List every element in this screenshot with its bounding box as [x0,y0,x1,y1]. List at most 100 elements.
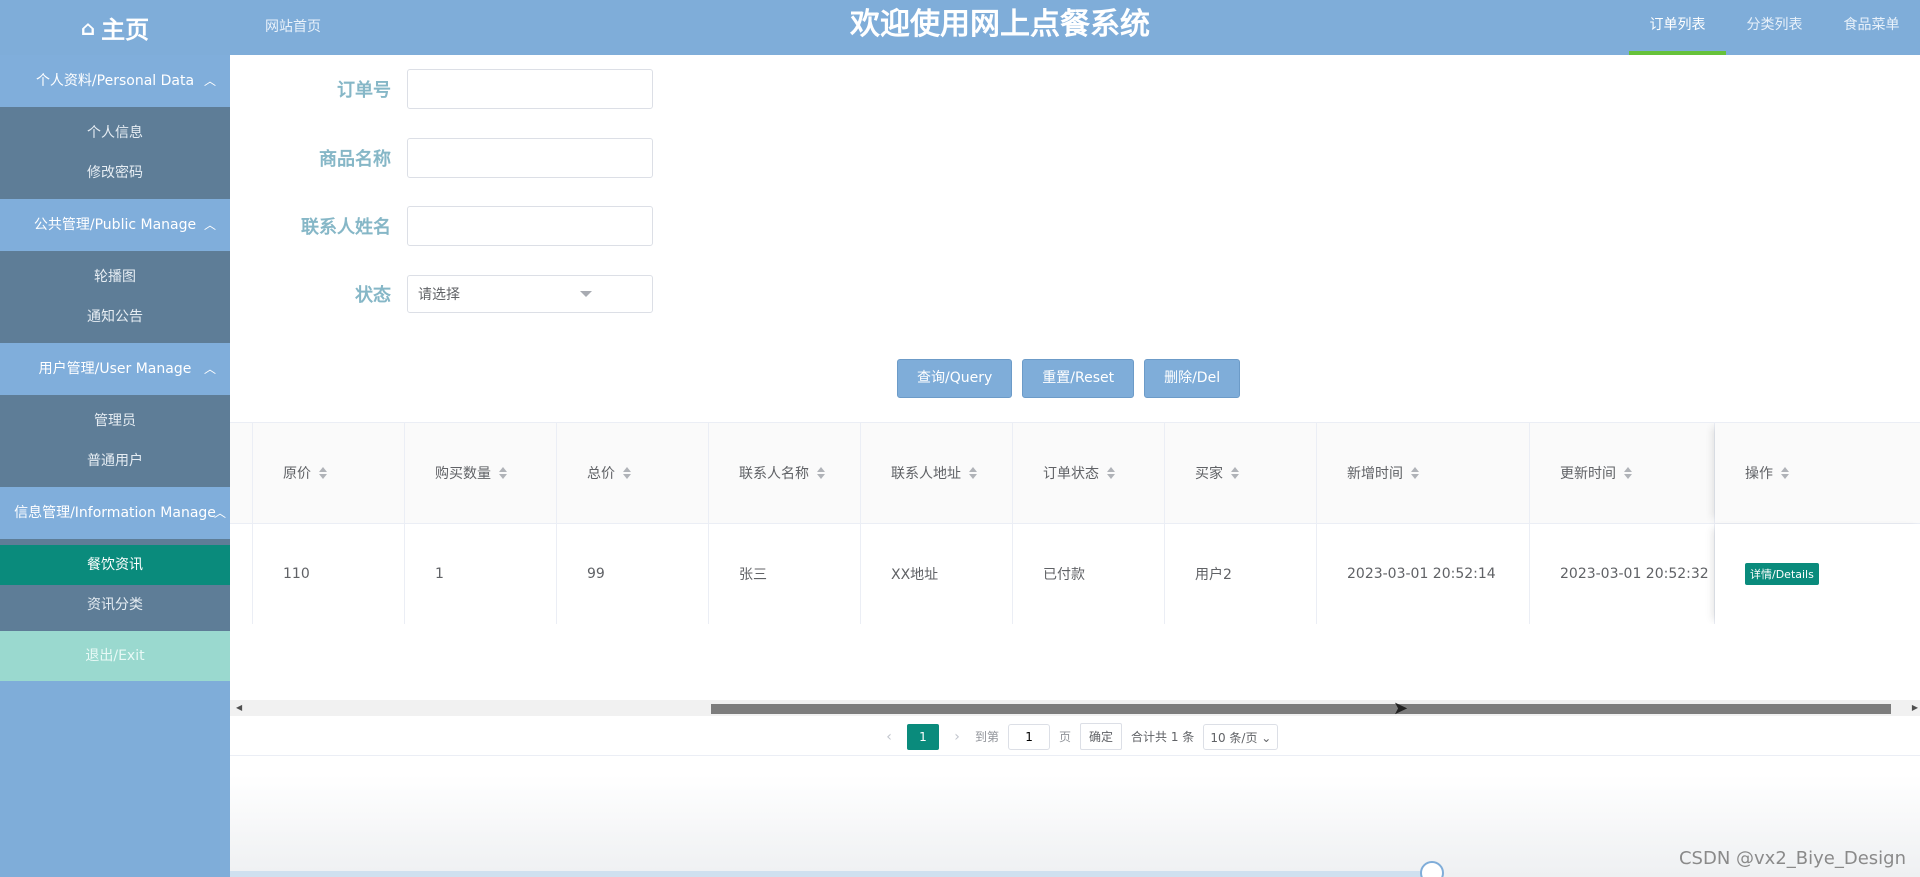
sort-icon[interactable] [817,467,825,479]
column-label: 原价 [283,466,311,482]
order-no-input[interactable] [407,69,653,109]
sidebar-item-news-category[interactable]: 资讯分类 [0,585,230,625]
chevron-down-icon: ⌄ [1261,730,1272,745]
sort-icon[interactable] [1624,467,1632,479]
sort-icon[interactable] [1411,467,1419,479]
watermark: CSDN @vx2_Biye_Design [1678,848,1906,869]
orders-table: 原价 购买数量 总价 联系人名称 联系人地址 订单状态 买家 新增时间 更新时间… [230,422,1920,624]
header-original-price[interactable]: 原价 [253,423,405,523]
page-number-current[interactable]: 1 [907,723,939,750]
total-count: 合计共 1 条 [1131,730,1195,744]
sort-icon[interactable] [1107,467,1115,479]
home-icon: ⌂ [80,15,96,40]
prev-page-icon[interactable]: ‹ [880,729,898,745]
divider [230,755,1920,756]
confirm-goto-button[interactable]: 确定 [1080,723,1123,750]
header-buyer[interactable]: 买家 [1165,423,1317,523]
contact-name-row: 联系人姓名 [230,206,653,246]
details-button[interactable]: 详情/Details [1745,563,1819,585]
header-status[interactable]: 订单状态 [1013,423,1165,523]
header-created-time[interactable]: 新增时间 [1317,423,1530,523]
sidebar-group-public[interactable]: 公共管理/Public Manage ︿ [0,199,230,251]
sidebar-item-carousel[interactable]: 轮播图 [0,257,230,297]
product-name-input[interactable] [407,138,653,178]
next-page-icon[interactable]: › [948,729,966,745]
nav-category-list[interactable]: 分类列表 [1726,0,1823,55]
table-header: 原价 购买数量 总价 联系人名称 联系人地址 订单状态 买家 新增时间 更新时间… [230,423,1920,524]
status-label: 状态 [355,285,391,306]
sidebar-group-info[interactable]: 信息管理/Information Manage ︿ [0,487,230,539]
sort-icon[interactable] [319,467,327,479]
sort-icon[interactable] [1231,467,1239,479]
top-nav: 订单列表 分类列表 食品菜单 [1629,0,1920,55]
cell-updated-time: 2023-03-01 20:52:32 [1530,524,1715,624]
page-size-select[interactable]: 10 条/页 ⌄ [1203,723,1279,750]
order-no-label: 订单号 [337,80,391,101]
sort-icon[interactable] [499,467,507,479]
nav-food-menu[interactable]: 食品菜单 [1823,0,1920,55]
sort-icon[interactable] [623,467,631,479]
row-cell-stub [230,524,253,624]
exit-button[interactable]: 退出/Exit [0,631,230,681]
sidebar-group-personal[interactable]: 个人资料/Personal Data ︿ [0,55,230,107]
query-button[interactable]: 查询/Query [897,359,1013,398]
column-label: 更新时间 [1560,466,1616,482]
sidebar-group-users[interactable]: 用户管理/User Manage ︿ [0,343,230,395]
product-name-row: 商品名称 [230,138,653,178]
scroll-left-icon[interactable]: ◀ [236,703,242,712]
header-cell-stub [230,423,253,523]
bottom-slider-knob[interactable] [1420,861,1444,877]
cell-original-price: 110 [253,524,405,624]
site-home-link[interactable]: 网站首页 [265,16,321,36]
sort-icon[interactable] [1781,467,1789,479]
cell-actions: 详情/Details [1715,524,1920,624]
header-quantity[interactable]: 购买数量 [405,423,557,523]
column-label: 总价 [587,466,615,482]
nav-order-list[interactable]: 订单列表 [1629,0,1726,55]
cell-contact-address: XX地址 [861,524,1013,624]
cell-status: 已付款 [1013,524,1165,624]
reset-button[interactable]: 重置/Reset [1022,359,1135,398]
bottom-progress-bar [230,871,1430,877]
delete-button[interactable]: 删除/Del [1144,359,1241,398]
sidebar: 个人资料/Personal Data ︿ 个人信息 修改密码 公共管理/Publ… [0,55,230,877]
chevron-up-icon: ︿ [203,218,216,232]
brand-home-link[interactable]: ⌂ 主页 [0,0,230,55]
chevron-up-icon: ︿ [213,506,226,520]
header-contact-name[interactable]: 联系人名称 [709,423,861,523]
header-updated-time[interactable]: 更新时间 [1530,423,1715,523]
scroll-right-icon[interactable]: ▶ [1912,703,1918,712]
cell-total: 99 [557,524,709,624]
sort-icon[interactable] [969,467,977,479]
sidebar-item-admin[interactable]: 管理员 [0,401,230,441]
sidebar-item-food-news[interactable]: 餐饮资讯 [0,545,230,585]
cell-contact-name: 张三 [709,524,861,624]
scrollbar-thumb[interactable] [711,704,1891,714]
sidebar-group-items: 个人信息 修改密码 [0,107,230,199]
goto-label: 到第 [975,730,1000,744]
column-label: 买家 [1195,466,1223,482]
sidebar-item-profile[interactable]: 个人信息 [0,113,230,153]
product-name-label: 商品名称 [319,149,391,170]
column-label: 联系人名称 [739,466,809,482]
page-title: 欢迎使用网上点餐系统 [850,7,1150,42]
status-row: 状态 请选择 [230,275,653,313]
main-content: 订单号 商品名称 联系人姓名 状态 请选择 查询/Query 重置/Reset … [230,55,1920,877]
sidebar-item-change-password[interactable]: 修改密码 [0,153,230,193]
table-row[interactable]: 110 1 99 张三 XX地址 已付款 用户2 2023-03-01 20:5… [230,524,1920,624]
header-total[interactable]: 总价 [557,423,709,523]
caret-down-icon [580,291,592,297]
table-horizontal-scrollbar[interactable]: ◀ ▶ [230,700,1920,716]
chevron-up-icon: ︿ [203,362,216,376]
cell-quantity: 1 [405,524,557,624]
chevron-up-icon: ︿ [203,74,216,88]
goto-page-input[interactable] [1008,723,1051,750]
header-actions[interactable]: 操作 [1715,423,1920,523]
header-contact-address[interactable]: 联系人地址 [861,423,1013,523]
status-select[interactable]: 请选择 [407,275,653,313]
sidebar-item-notice[interactable]: 通知公告 [0,297,230,337]
contact-name-input[interactable] [407,206,653,246]
mouse-cursor-icon: ➤ [1393,698,1409,719]
sidebar-item-regular-user[interactable]: 普通用户 [0,441,230,481]
sidebar-group-label: 个人资料/Personal Data [35,73,195,89]
